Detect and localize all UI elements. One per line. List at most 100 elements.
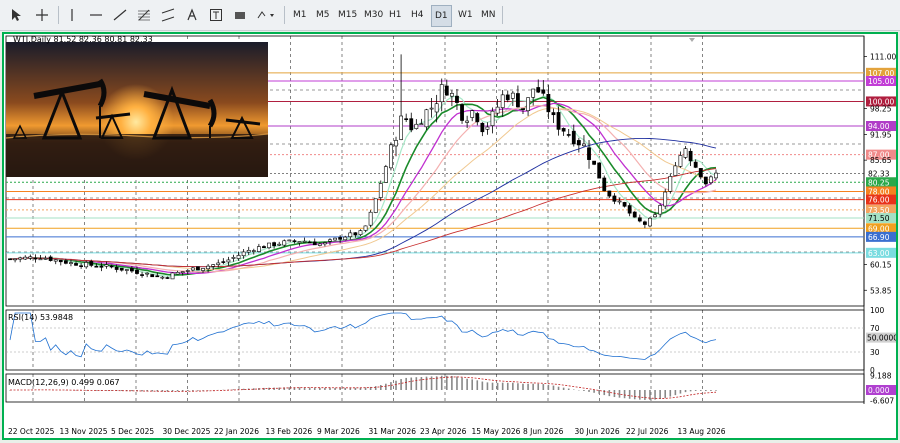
candle-body [510,92,515,99]
timeframe-h4[interactable]: H4 [408,5,427,25]
timeframe-m15[interactable]: M15 [335,5,360,25]
macd-histogram-bar [379,385,382,390]
candle-body [602,177,607,192]
candle-body [526,97,530,112]
macd-histogram-bar [522,383,524,390]
candle-body [129,268,134,272]
candle-body [262,246,266,249]
candle-body [678,155,683,167]
rsi-label: RSI(14) 53.9848 [8,313,74,322]
macd-histogram-bar [481,381,484,390]
timeframe-mn[interactable]: MN [478,5,499,25]
candle-body [536,87,541,93]
candle-body [495,106,500,114]
macd-label: MACD(12,26,9) 0.499 0.067 [8,378,120,387]
macd-histogram-bar [710,390,712,391]
candle-body [688,150,693,162]
macd-histogram-bar [567,388,570,390]
timeframe-d1[interactable]: D1 [431,5,452,27]
candle-body [389,144,393,169]
candle-body [429,107,434,110]
macd-histogram-bar [527,383,529,390]
macd-histogram-bar [456,376,458,390]
date-tick-label: 8 Jun 2026 [523,427,564,436]
candle-body [566,134,571,136]
timeframe-h1[interactable]: H1 [386,5,405,25]
macd-histogram-bar [395,380,397,390]
timeframe-m1[interactable]: M1 [290,5,310,25]
candle-body [693,161,698,168]
macd-histogram-bar [405,377,407,390]
panel-border [5,373,865,403]
price-tick-label: 53.85 [870,286,892,295]
timeframe-w1[interactable]: W1 [455,5,476,25]
macd-histogram-bar [583,390,585,391]
candle-body [673,165,678,176]
price-tick-label: 85.65 [870,156,892,165]
candle-body [79,265,84,267]
candle-body [709,176,713,183]
cursor-icon[interactable] [6,5,26,25]
vertical-line-icon[interactable] [62,5,82,25]
candle-body [307,241,312,244]
candle-body [8,258,12,261]
channel-icon[interactable] [158,5,178,25]
candle-body [302,240,307,243]
shapes-icon[interactable] [256,5,276,25]
candle-body [394,140,398,147]
oil-pumpjacks-image [5,42,269,177]
candle-body [383,166,388,183]
date-tick-label: 13 Feb 2026 [266,427,313,436]
macd-histogram-bar [715,390,717,391]
candle-body [571,130,576,145]
candle-body [439,84,444,103]
candle-body [475,113,480,123]
rsi-scale-label: 100 [870,306,885,315]
candle-body [104,264,109,267]
chart-shift-marker[interactable] [689,38,695,42]
label-icon[interactable] [206,5,226,25]
candle-body [145,272,150,275]
candle-body [480,122,485,133]
candle-body [399,115,403,140]
trendline-icon[interactable] [110,5,130,25]
candle-body [460,104,464,121]
candle-body [119,267,124,271]
rectangle-icon[interactable] [230,5,250,25]
macd-histogram-bar [699,390,702,391]
candle-body [211,264,216,267]
text-icon[interactable] [182,5,202,25]
timeframe-m5[interactable]: M5 [313,5,333,25]
candle-body [287,239,292,242]
symbol-info: WTI,Daily 81.52 82.36 80.81 82.33 [13,35,153,44]
timeframe-m30[interactable]: M30 [361,5,386,25]
candle-body [312,241,317,246]
candle-body [470,110,475,118]
candle-body [424,109,429,128]
candle-body [48,256,53,261]
macd-histogram-bar [532,383,534,390]
macd-histogram-bar [588,390,590,392]
candle-body [201,268,205,271]
horizontal-line-icon[interactable] [86,5,106,25]
crosshair-icon[interactable] [32,5,52,25]
candle-body [185,270,190,272]
candle-body [135,269,139,274]
macd-histogram-bar [598,390,600,394]
macd-histogram-bar [593,390,595,393]
macd-current-value: 0.000 [868,386,890,395]
candle-body [124,269,129,271]
chart-area[interactable]: 107.00 105.00 100.00 94.00 87.00 82.33 80.25 78… [4,34,898,438]
macd-histogram-bar [623,390,626,399]
candle-body [231,256,236,259]
candle-body [94,265,99,268]
fibonacci-icon[interactable] [134,5,154,25]
candle-body [38,258,43,261]
date-tick-label: 13 Nov 2025 [60,427,108,436]
candle-body [500,94,505,108]
rsi-current-value: 50.0000 [867,334,896,343]
macd-histogram-bar [339,387,341,390]
macd-histogram-bar [562,387,565,390]
macd-histogram-bar [298,387,301,390]
candle-body [13,258,17,261]
